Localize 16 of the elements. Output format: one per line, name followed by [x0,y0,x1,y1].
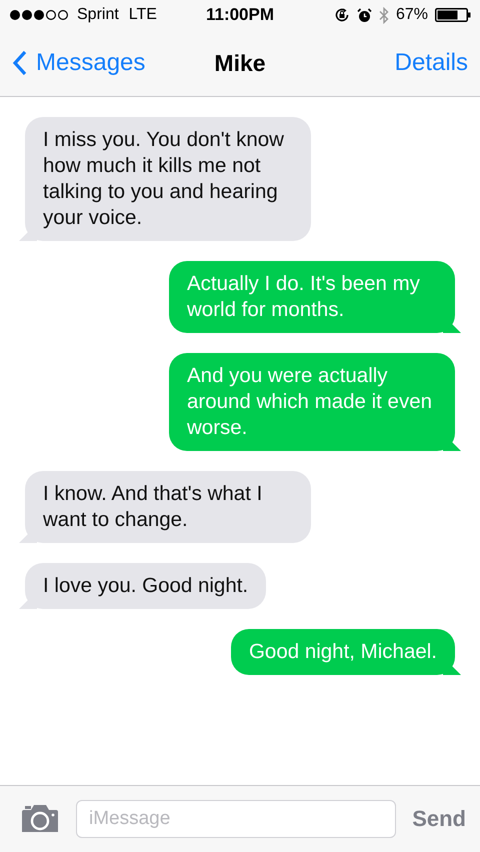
chevron-left-icon [12,50,28,76]
alarm-clock-icon [356,8,372,22]
battery-percent: 67% [396,6,428,24]
status-time: 11:00PM [206,5,274,25]
carrier-name: Sprint [77,6,119,24]
bluetooth-icon [378,6,389,24]
contact-name: Mike [214,50,266,76]
back-button[interactable]: Messages [12,49,146,77]
camera-icon[interactable] [20,804,60,834]
message-input[interactable]: iMessage [76,800,396,838]
send-button[interactable]: Send [412,806,466,832]
battery-icon [434,8,471,22]
details-button[interactable]: Details [394,49,468,77]
network-type: LTE [128,6,157,24]
rotation-lock-icon [334,7,350,23]
signal-icon [9,9,71,21]
